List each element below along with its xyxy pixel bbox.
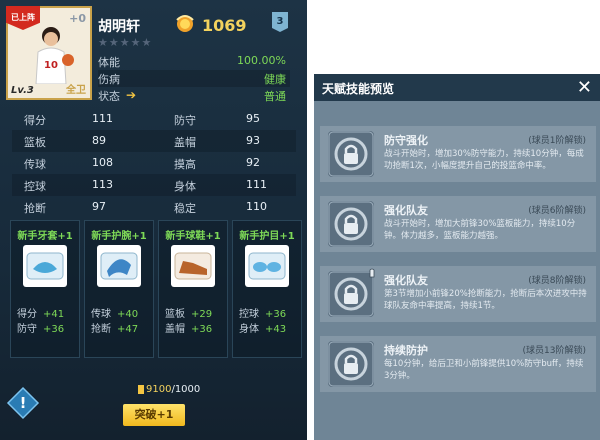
attr-label: 身体 (174, 180, 196, 193)
attr-value: 113 (92, 178, 113, 191)
equipment-stat: 控球 +36 (239, 309, 287, 320)
attr-label: 防守 (174, 114, 196, 127)
card-position: 全卫 (66, 85, 86, 96)
arrow-right-icon: ➔ (126, 88, 137, 102)
attr-label: 抢断 (24, 202, 46, 215)
coin-value: 1069 (202, 16, 247, 35)
equipment-stat: 抢断 +47 (91, 324, 139, 335)
attr-value: 111 (92, 112, 113, 125)
attr-value: 89 (92, 134, 106, 147)
talent-skill-card[interactable]: 强化队友 (球员6阶解锁) 战斗开始时，增加大前锋30%篮板能力，持续10分钟。… (320, 196, 596, 252)
attr-label: 篮板 (24, 136, 46, 149)
equipment-stat: 盖帽 +36 (165, 324, 213, 335)
goggles-icon (245, 245, 289, 287)
skill-name: 强化队友 (384, 274, 428, 287)
attribute-row: 传球 108 摸高 92 (12, 152, 296, 174)
equipment-row: 新手牙套+1 得分 +41 防守 +36 新手护腕+1 传球 +40 抢断 +47 (6, 220, 302, 360)
svg-text:10: 10 (44, 60, 58, 71)
attr-label: 传球 (24, 158, 46, 171)
equipment-name: 新手球鞋+1 (165, 231, 221, 242)
skill-name: 防守强化 (384, 134, 428, 147)
equipment-stat: 身体 +43 (239, 324, 287, 335)
attribute-table: 得分 111 防守 95 篮板 89 盖帽 93 传球 108 摸高 92 控球… (12, 108, 296, 218)
panel-title: 天赋技能预览 (322, 82, 395, 96)
skill-description: 每10分钟，给后卫和小前锋提供10%防守buff，持续3分钟。 (384, 359, 584, 381)
equipment-stat: 篮板 +29 (165, 309, 213, 320)
rank-badge[interactable]: 3 (272, 12, 288, 32)
status-value: 健康 (264, 73, 286, 86)
status-value: 100.00% (237, 54, 286, 67)
attr-label: 盖帽 (174, 136, 196, 149)
mouthguard-icon (23, 245, 67, 287)
attribute-row: 抢断 97 稳定 110 (12, 196, 296, 218)
equipment-name: 新手护腕+1 (91, 231, 147, 242)
shoes-icon (171, 245, 215, 287)
status-row-condition: 状态 ➔ 普通 (98, 87, 290, 104)
talent-skill-card[interactable]: 防守强化 (球员1阶解锁) 战斗开始时，增加30%防守能力，持续10分钟，每成功… (320, 126, 596, 182)
talent-skill-card[interactable]: 持续防护 (球员13阶解锁) 每10分钟，给后卫和小前锋提供10%防守buff，… (320, 336, 596, 392)
player-name: 胡明轩 (98, 19, 140, 35)
status-row-stamina: 体能 100.00% (98, 53, 290, 70)
talent-skill-card[interactable]: 强化队友 (球员8阶解锁) 第3节增加小前锋20%抢断能力，抢断后本次进攻中持球… (320, 266, 596, 322)
lock-icon (328, 201, 374, 247)
attr-label: 得分 (24, 114, 46, 127)
star-rating: ★★★★★ (98, 36, 153, 49)
equipment-stat: 防守 +36 (17, 324, 65, 335)
card-fragment-icon (138, 384, 144, 394)
wristband-icon (97, 245, 141, 287)
skill-name: 持续防护 (384, 344, 428, 357)
talent-preview-panel: 天赋技能预览 ✕ 防守强化 (球员1阶解锁) 战斗开始时，增加30%防守能力，持… (314, 74, 600, 440)
attr-label: 摸高 (174, 158, 196, 171)
pointer-hand-icon (369, 268, 375, 278)
close-icon[interactable]: ✕ (577, 77, 592, 98)
skill-description: 第3节增加小前锋20%抢断能力，抢断后本次进攻中持球队友命中率提高，持续1节。 (384, 289, 587, 311)
attr-value: 97 (92, 200, 106, 213)
breakthrough-button[interactable]: 突破+1 (123, 404, 185, 426)
attr-value: 92 (246, 156, 260, 169)
skill-unlock-condition: (球员13阶解锁) (522, 346, 586, 356)
equipment-name: 新手护目+1 (239, 231, 295, 242)
attr-value: 111 (246, 178, 267, 191)
equipment-name: 新手牙套+1 (17, 231, 73, 242)
attribute-row: 篮板 89 盖帽 93 (12, 130, 296, 152)
lock-icon (328, 131, 374, 177)
breakthrough-progress: 9100/1000 (138, 384, 200, 395)
attr-value: 108 (92, 156, 113, 169)
player-detail-panel: 已上阵 +0 10 Lv.3 全卫 胡明轩 ★★★★★ 1069 3 体能 10… (0, 0, 307, 440)
panel-header: 天赋技能预览 ✕ (314, 74, 600, 101)
card-level: Lv.3 (11, 85, 34, 96)
status-row-injury: 伤病 健康 (98, 70, 290, 87)
player-portrait: 10 (35, 27, 74, 84)
attribute-row: 控球 113 身体 111 (12, 174, 296, 196)
status-label: 伤病 (98, 73, 120, 86)
skill-unlock-condition: (球员8阶解锁) (528, 276, 586, 286)
equipment-slot-shoes[interactable]: 新手球鞋+1 篮板 +29 盖帽 +36 (158, 220, 228, 358)
coin-icon (176, 15, 194, 32)
attribute-row: 得分 111 防守 95 (12, 108, 296, 130)
equipment-slot-wristband[interactable]: 新手护腕+1 传球 +40 抢断 +47 (84, 220, 154, 358)
equipment-slot-goggles[interactable]: 新手护目+1 控球 +36 身体 +43 (232, 220, 302, 358)
attr-value: 93 (246, 134, 260, 147)
skill-unlock-condition: (球员6阶解锁) (528, 206, 586, 216)
skill-description: 战斗开始时，增加30%防守能力，持续10分钟，每成功抢断1次，小幅度提升自己的投… (384, 149, 584, 171)
equipment-stat: 传球 +40 (91, 309, 139, 320)
info-button[interactable]: ! (6, 386, 40, 420)
attr-label: 控球 (24, 180, 46, 193)
status-label: 体能 (98, 56, 120, 69)
equipment-stat: 得分 +41 (17, 309, 65, 320)
lock-icon (328, 341, 374, 387)
svg-text:!: ! (20, 394, 27, 412)
skill-unlock-condition: (球员1阶解锁) (528, 136, 586, 146)
attr-value: 95 (246, 112, 260, 125)
skill-name: 强化队友 (384, 204, 428, 217)
attr-value: 110 (246, 200, 267, 213)
player-card[interactable]: 已上阵 +0 10 Lv.3 全卫 (6, 6, 92, 100)
skill-description: 战斗开始时，增加大前锋30%篮板能力，持续10分钟。体力越多，篮板能力越强。 (384, 219, 576, 241)
status-label: 状态 (98, 90, 120, 103)
attr-label: 稳定 (174, 202, 196, 215)
equipment-slot-mouthguard[interactable]: 新手牙套+1 得分 +41 防守 +36 (10, 220, 80, 358)
status-value: 普通 (264, 90, 286, 103)
